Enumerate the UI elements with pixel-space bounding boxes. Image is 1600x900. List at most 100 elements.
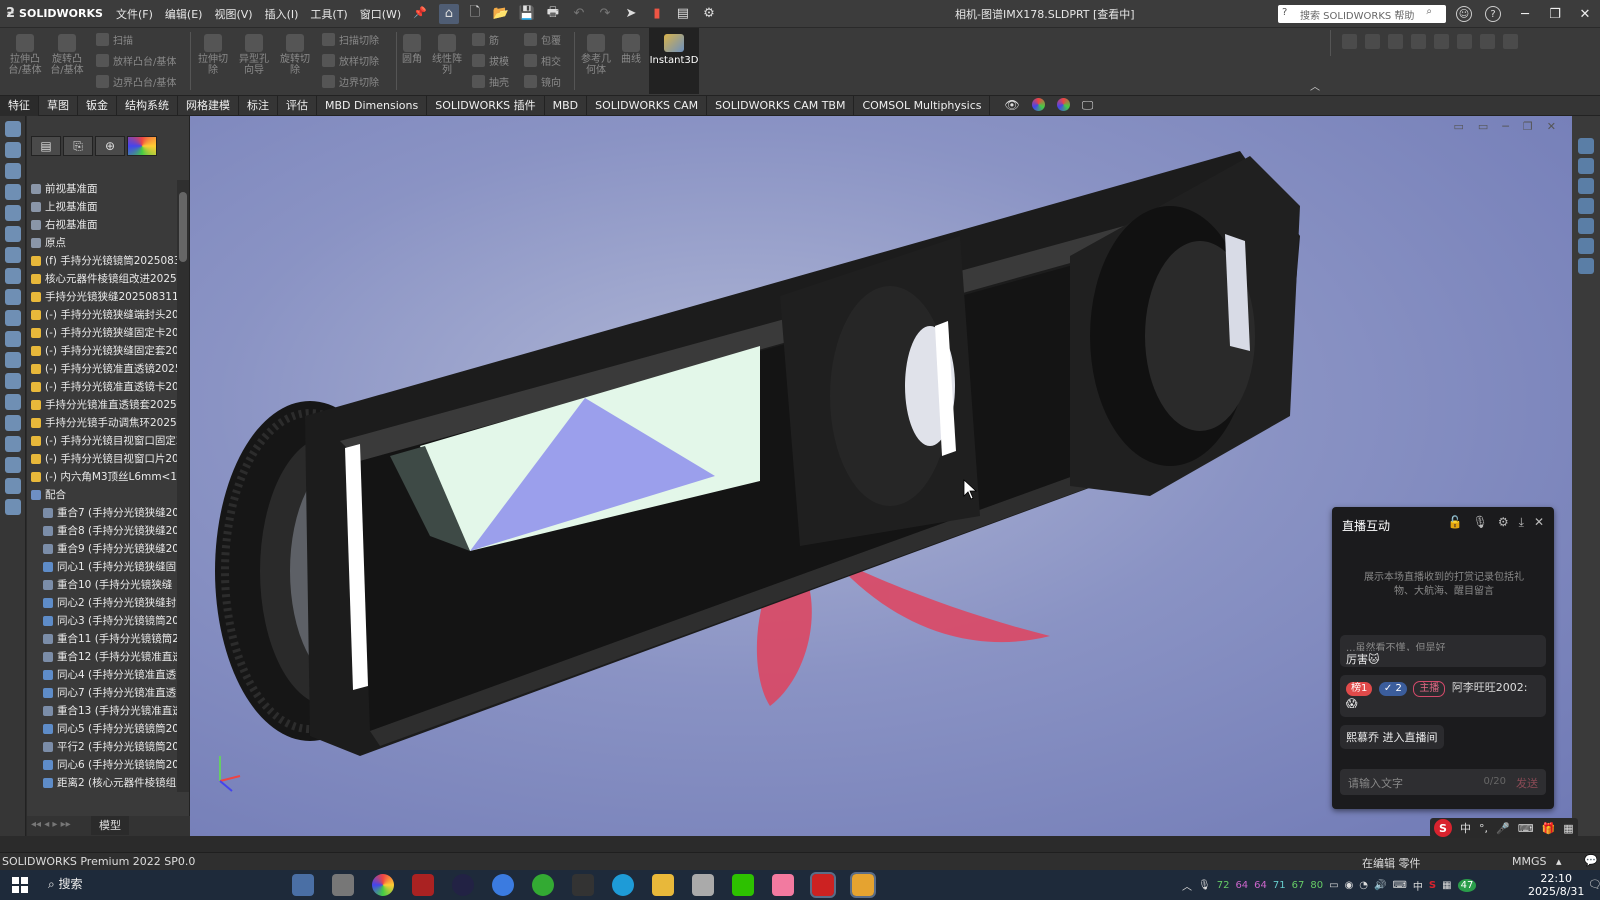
- battery-icon[interactable]: ▭: [1329, 880, 1338, 891]
- tree-item[interactable]: 上视基准面: [27, 198, 182, 216]
- network-icon[interactable]: ◔: [1359, 880, 1368, 891]
- tool-icon[interactable]: [4, 226, 21, 242]
- tray-expand-icon[interactable]: ︿: [1182, 878, 1192, 893]
- minimize-icon[interactable]: ─: [1510, 0, 1540, 28]
- tree-item[interactable]: 右视基准面: [27, 216, 182, 234]
- menu-insert[interactable]: 插入(I): [259, 6, 305, 22]
- tree-item[interactable]: 同心2 (手持分光镜狭缝封: [27, 594, 182, 612]
- tree-item[interactable]: 配合: [27, 486, 182, 504]
- ime-mode[interactable]: 中: [1460, 820, 1471, 836]
- tab-sketch[interactable]: 草图: [39, 95, 78, 116]
- tree-item[interactable]: 原点: [27, 234, 182, 252]
- tool-icon[interactable]: [4, 163, 21, 179]
- calculator-icon[interactable]: [292, 874, 314, 896]
- apps-grid-icon[interactable]: ▦: [1563, 822, 1573, 835]
- tab-evaluate[interactable]: 评估: [278, 95, 317, 116]
- open-icon[interactable]: 📂: [491, 4, 511, 24]
- tool-icon[interactable]: [4, 247, 21, 263]
- tree-item[interactable]: 手持分光镜手动调焦环202508: [27, 414, 182, 432]
- view-palette-icon[interactable]: [1578, 218, 1594, 234]
- chat-input[interactable]: 请输入文字 0/20 发送: [1340, 769, 1546, 795]
- close-icon[interactable]: ✕: [1570, 0, 1600, 28]
- solidworks-taskbar-icon[interactable]: [810, 872, 836, 898]
- tab-structure-system[interactable]: 结构系统: [117, 95, 178, 116]
- tab-nav-arrows-icon[interactable]: ◂◂ ◂ ▸ ▸▸: [31, 819, 71, 830]
- tool-icon[interactable]: [4, 205, 21, 221]
- lofted-cut-button[interactable]: 放样切除: [322, 53, 379, 68]
- tool-icon[interactable]: [4, 373, 21, 389]
- touch-keyboard-icon[interactable]: ⌨: [1392, 880, 1406, 891]
- tab-comsol-multiphysics[interactable]: COMSOL Multiphysics: [854, 95, 991, 116]
- wrap-button[interactable]: 包覆: [524, 32, 561, 47]
- custom-properties-icon[interactable]: [1578, 258, 1594, 274]
- viewport-tile-icon[interactable]: ▭: [1453, 120, 1463, 133]
- tree-item[interactable]: 前视基准面: [27, 180, 182, 198]
- tab-solidworks-cam[interactable]: SOLIDWORKS CAM: [587, 95, 708, 116]
- wechat-icon[interactable]: [732, 874, 754, 896]
- tree-item[interactable]: 同心3 (手持分光镜镜筒20: [27, 612, 182, 630]
- tab-solidworks-addins[interactable]: SOLIDWORKS 插件: [427, 95, 545, 116]
- tool-icon[interactable]: [1434, 34, 1449, 49]
- feature-manager-tree-icon[interactable]: ▤: [31, 136, 61, 156]
- scenes-icon[interactable]: [1056, 98, 1070, 111]
- settings-icon[interactable]: ⚙: [1498, 515, 1509, 530]
- tree-item[interactable]: 手持分光镜狭缝20250831171: [27, 288, 182, 306]
- file-explorer-icon[interactable]: [1578, 198, 1594, 214]
- solidworks-resources-icon[interactable]: [1578, 138, 1594, 154]
- tool-icon[interactable]: [4, 415, 21, 431]
- action-center-icon[interactable]: 🗨: [1588, 878, 1600, 891]
- tree-item[interactable]: 同心7 (手持分光镜准直透: [27, 684, 182, 702]
- qq-icon[interactable]: [850, 872, 876, 898]
- app-tray-icon[interactable]: ◉: [1345, 880, 1354, 891]
- minimize-icon[interactable]: ⤓: [1519, 515, 1524, 530]
- bilibili-icon[interactable]: [772, 874, 794, 896]
- scrollbar-thumb[interactable]: [179, 192, 187, 262]
- app-icon[interactable]: [572, 874, 594, 896]
- help-search-input[interactable]: ? 搜索 SOLIDWORKS 帮助 ⌕: [1278, 5, 1446, 23]
- solidworks-logo[interactable]: ƻ SOLIDWORKS: [0, 6, 110, 21]
- tree-item[interactable]: 重合12 (手持分光镜准直透: [27, 648, 182, 666]
- menu-tools[interactable]: 工具(T): [304, 6, 353, 22]
- clock[interactable]: 22:10 2025/8/31: [1528, 872, 1584, 898]
- tab-mbd-dimensions[interactable]: MBD Dimensions: [317, 95, 428, 116]
- tool-icon[interactable]: [4, 331, 21, 347]
- home-pane-icon[interactable]: [1578, 158, 1594, 174]
- unit-system[interactable]: MMGS: [1512, 855, 1547, 868]
- tree-item[interactable]: (-) 手持分光镜目视窗口片2025: [27, 450, 182, 468]
- status-bubble-icon[interactable]: 💬: [1584, 854, 1598, 867]
- tool-icon[interactable]: [4, 289, 21, 305]
- tree-item[interactable]: 同心1 (手持分光镜狭缝固: [27, 558, 182, 576]
- tree-item[interactable]: 同心4 (手持分光镜准直透: [27, 666, 182, 684]
- microphone-icon[interactable]: 🎙: [1473, 515, 1488, 530]
- save-icon[interactable]: 💾: [517, 4, 537, 24]
- tool-icon[interactable]: [1388, 34, 1403, 49]
- tree-item[interactable]: (-) 手持分光镜狭缝固定卡2025: [27, 324, 182, 342]
- close-icon[interactable]: ✕: [1534, 515, 1544, 530]
- app-icon[interactable]: [452, 874, 474, 896]
- tab-features[interactable]: 特征: [0, 95, 39, 116]
- lock-icon[interactable]: 🔓: [1448, 515, 1463, 530]
- user-account-icon[interactable]: ☺: [1456, 6, 1472, 22]
- draft-button[interactable]: 拔模: [472, 53, 509, 68]
- tree-item[interactable]: 重合9 (手持分光镜狭缝20: [27, 540, 182, 558]
- viewport-close-icon[interactable]: ✕: [1547, 120, 1556, 133]
- model-tab[interactable]: 模型: [91, 816, 129, 835]
- menu-edit[interactable]: 编辑(E): [159, 6, 209, 22]
- linear-pattern-button[interactable]: 线性阵列: [430, 34, 464, 76]
- tool-icon[interactable]: [4, 352, 21, 368]
- intersect-button[interactable]: 相交: [524, 53, 561, 68]
- tree-item[interactable]: 手持分光镜准直透镜套202508: [27, 396, 182, 414]
- revolve-boss-button[interactable]: 旋转凸台/基体: [50, 34, 84, 76]
- search-icon[interactable]: ⌕: [1426, 6, 1432, 17]
- tool-icon[interactable]: [4, 310, 21, 326]
- tree-item[interactable]: (-) 手持分光镜准直透镜卡2025: [27, 378, 182, 396]
- hide-show-eye-icon[interactable]: 👁: [1004, 98, 1019, 113]
- mirror-button[interactable]: 镜向: [524, 74, 561, 89]
- tool-icon[interactable]: [4, 499, 21, 515]
- chat-username[interactable]: 阿李旺旺2002:: [1452, 681, 1528, 694]
- options-gear-icon[interactable]: ⚙: [699, 4, 719, 24]
- notification-badge[interactable]: 47: [1457, 878, 1477, 892]
- extrude-cut-button[interactable]: 拉伸切除: [196, 34, 230, 76]
- keyboard-icon[interactable]: ⌨: [1518, 822, 1534, 835]
- viewport-restore-icon[interactable]: ❐: [1523, 120, 1533, 133]
